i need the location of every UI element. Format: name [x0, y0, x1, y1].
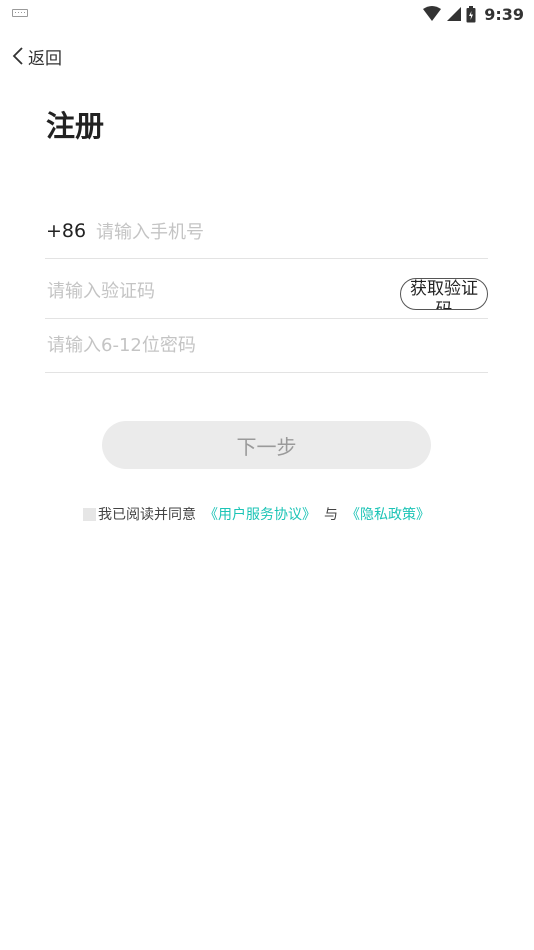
agreement-separator: 与	[324, 507, 338, 523]
code-field-row: 获取验证码	[45, 268, 488, 319]
password-input[interactable]	[47, 331, 447, 359]
phone-field-row: +86	[45, 208, 488, 259]
verification-code-input[interactable]	[47, 277, 377, 305]
battery-icon	[466, 5, 476, 22]
cell-signal-icon	[447, 7, 462, 21]
privacy-link[interactable]: 《隐私政策》	[346, 504, 430, 524]
chevron-left-icon	[12, 47, 23, 65]
country-code[interactable]: +86	[46, 220, 86, 242]
keyboard-icon	[12, 9, 28, 17]
clock: 9:39	[484, 4, 524, 24]
page-title: 注册	[46, 109, 105, 143]
get-code-button[interactable]: 获取验证码	[400, 278, 488, 310]
status-bar: 9:39	[0, 0, 534, 28]
agreement-row: 我已阅读并同意 《用户服务协议》 与 《隐私政策》	[83, 503, 503, 525]
terms-link[interactable]: 《用户服务协议》	[204, 504, 316, 524]
phone-input[interactable]	[96, 218, 396, 246]
password-field-row	[45, 322, 488, 373]
next-step-button[interactable]: 下一步	[102, 421, 431, 469]
agreement-checkbox[interactable]	[83, 507, 96, 521]
agreement-prefix: 我已阅读并同意	[98, 507, 196, 523]
back-button[interactable]: 返回	[12, 44, 62, 69]
back-label: 返回	[28, 48, 62, 69]
wifi-icon	[423, 6, 442, 21]
system-icons: 9:39	[422, 3, 524, 25]
